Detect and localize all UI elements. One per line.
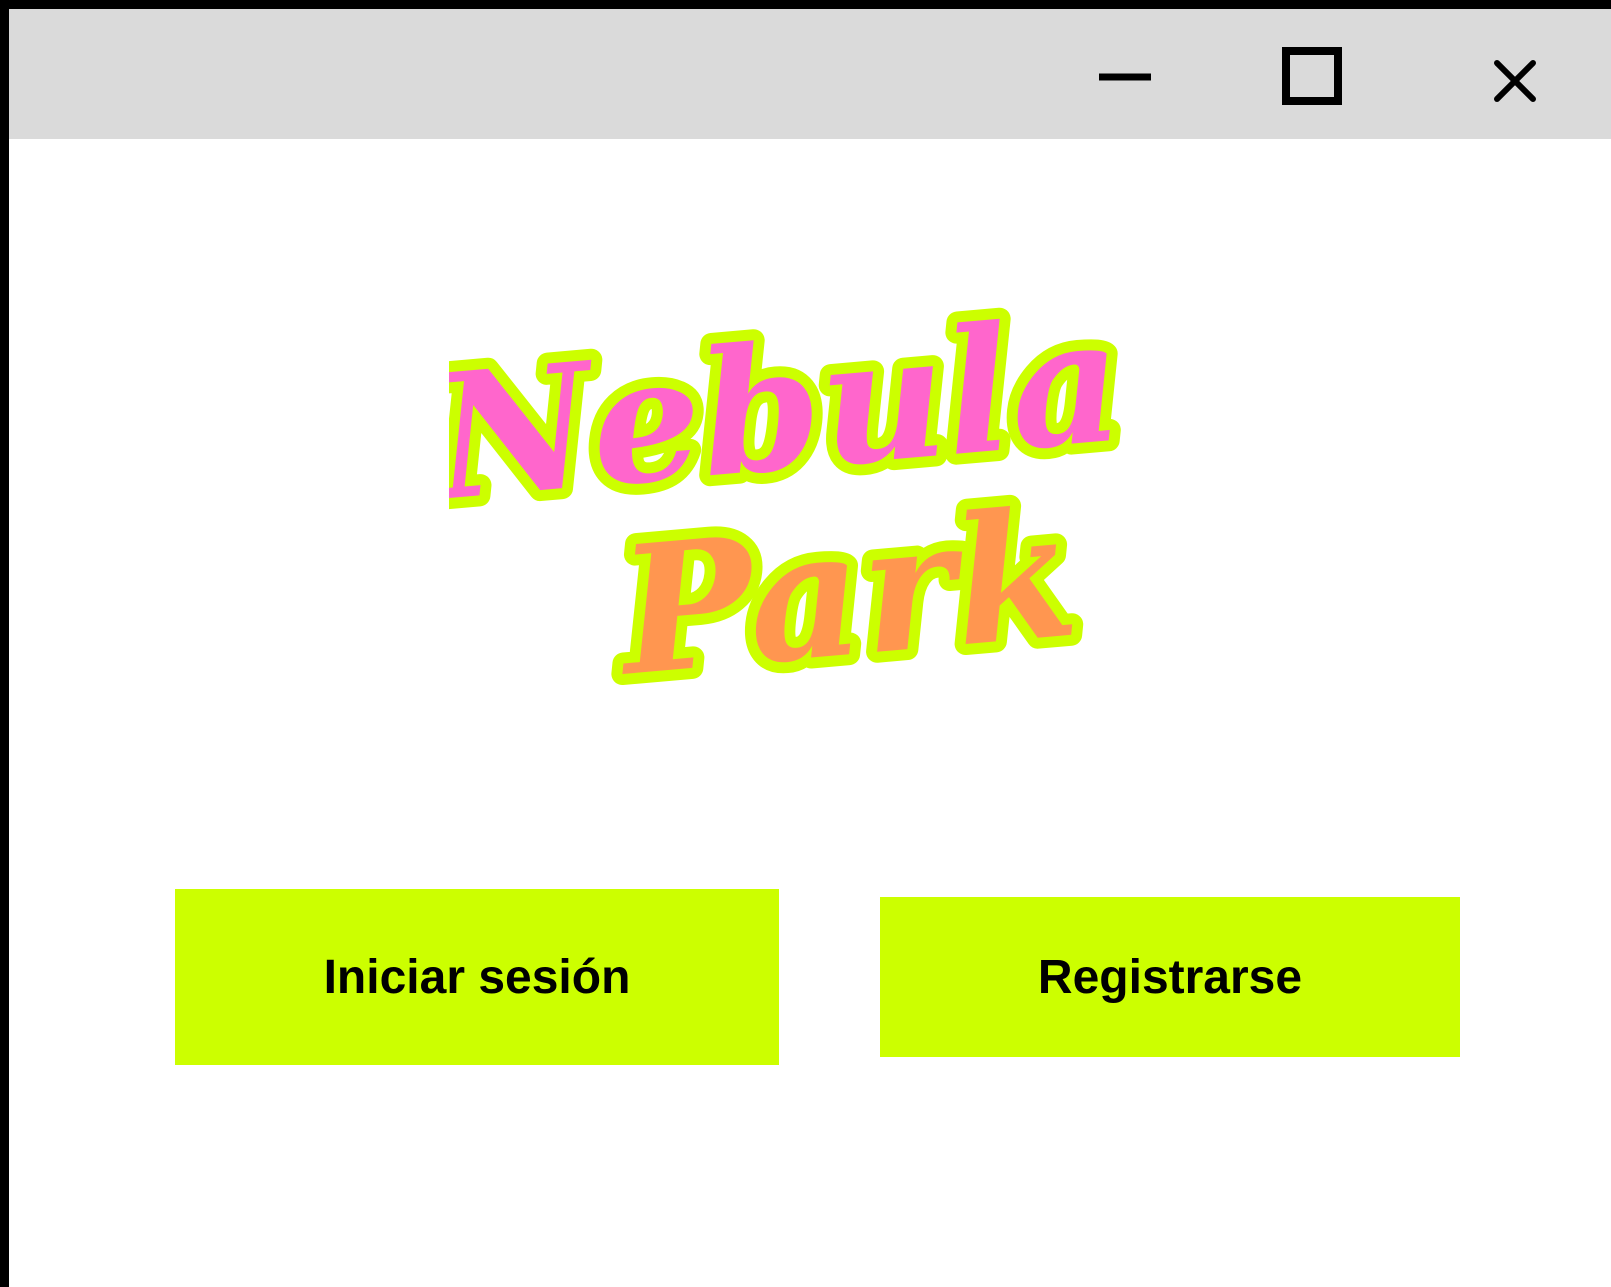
logo-line-park: Park: [607, 470, 1085, 716]
minimize-button[interactable]: [1093, 29, 1183, 119]
title-bar[interactable]: [9, 9, 1611, 139]
app-window: Nebula Park Iniciar sesión Registrarse: [9, 9, 1611, 1287]
close-icon: [1494, 60, 1536, 102]
login-button[interactable]: Iniciar sesión: [175, 889, 779, 1065]
minimize-icon: [1099, 73, 1151, 81]
close-button[interactable]: [1489, 29, 1579, 119]
maximize-button[interactable]: [1279, 29, 1369, 119]
register-button[interactable]: Registrarse: [880, 897, 1460, 1057]
nebula-park-logo: Nebula Park: [449, 259, 1129, 729]
maximize-icon: [1282, 47, 1342, 105]
